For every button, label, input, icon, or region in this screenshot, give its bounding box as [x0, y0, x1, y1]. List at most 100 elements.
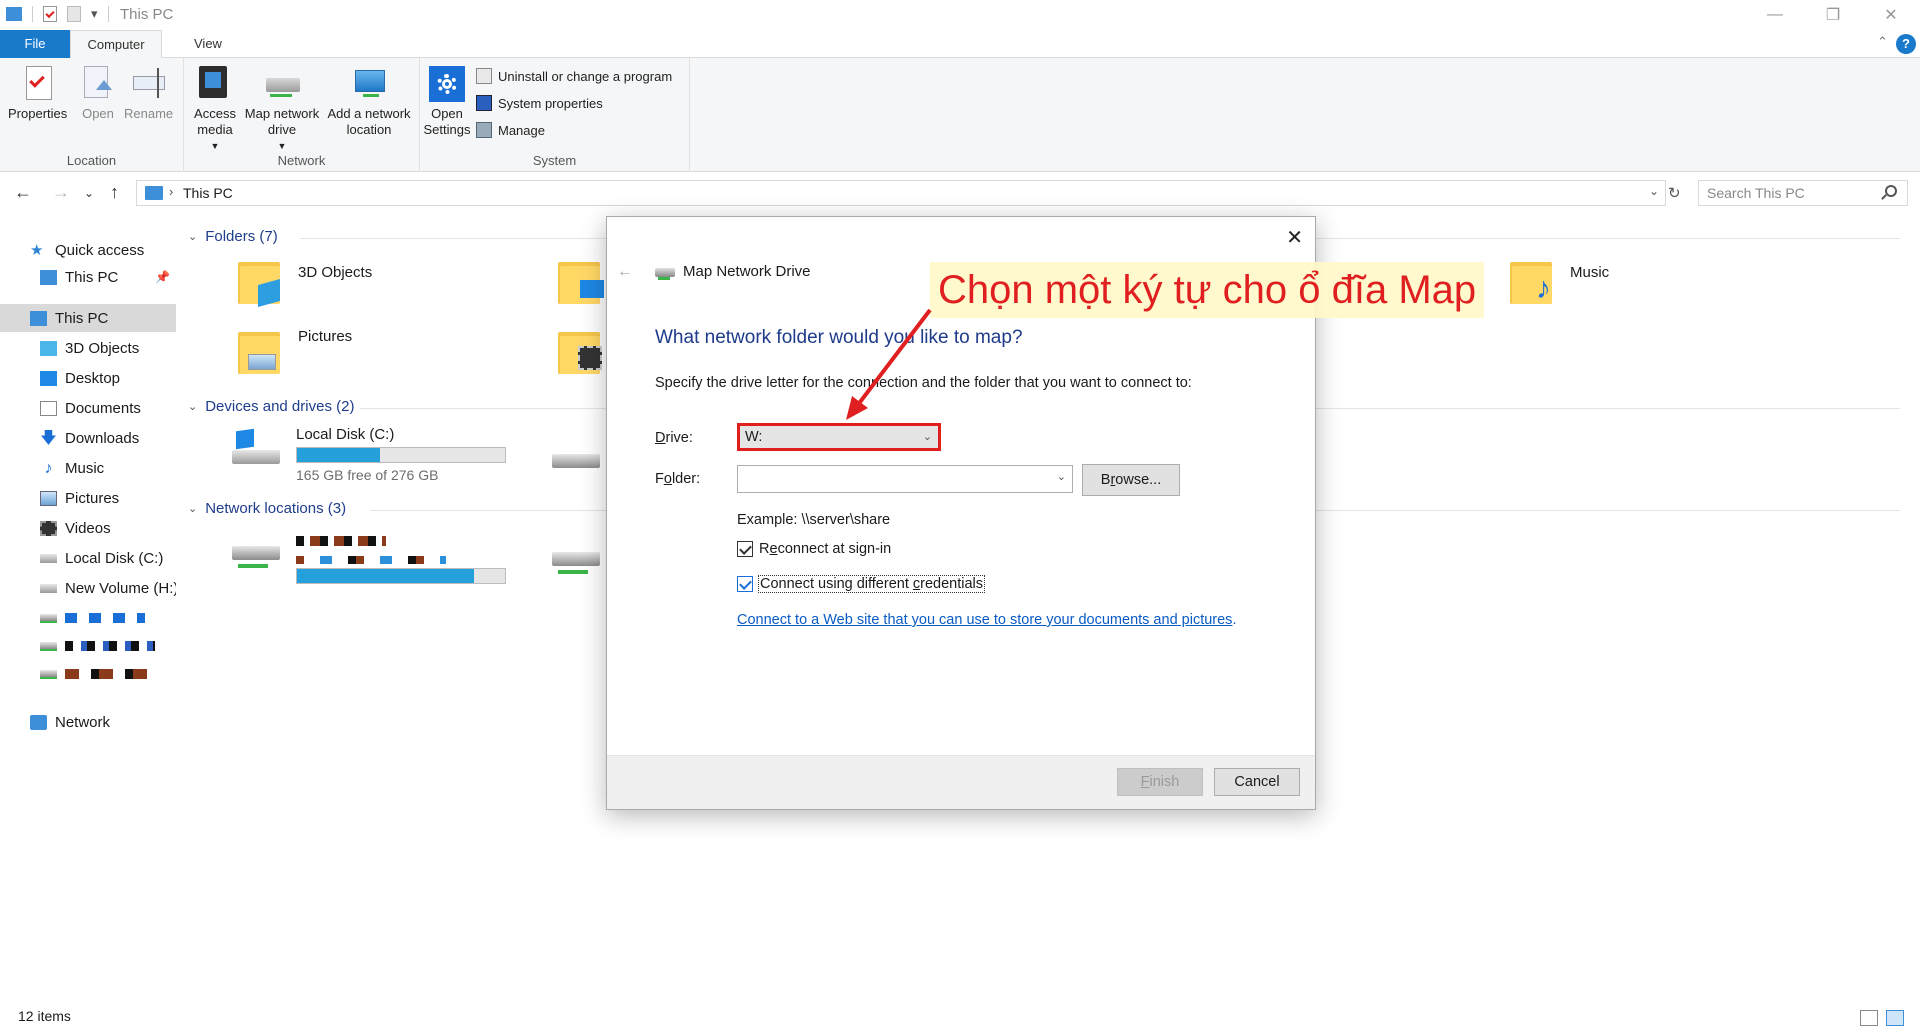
chevron-down-icon[interactable]: ⌄ [1057, 470, 1066, 483]
folder-3d-objects[interactable]: 3D Objects [236, 256, 373, 307]
new-folder-qat-icon[interactable] [67, 6, 81, 22]
network-locations-section-header[interactable]: ⌄ Network locations (3) [188, 500, 346, 517]
nav-pictures[interactable]: Pictures [0, 484, 176, 512]
breadcrumb[interactable]: This PC [183, 185, 233, 201]
drive-letter-select[interactable]: W: ⌄ [737, 423, 941, 451]
gear-icon [427, 64, 467, 104]
folder-music[interactable]: ♪ Music [1508, 256, 1609, 306]
properties-button[interactable]: Properties [8, 64, 67, 122]
network-location-item[interactable] [228, 532, 506, 584]
qat-separator [32, 6, 33, 22]
browse-label-b: owse... [1115, 472, 1162, 488]
access-media-dropdown-icon: ▼ [210, 141, 220, 151]
nav-music[interactable]: ♪ Music [0, 454, 176, 482]
different-credentials-checkbox[interactable]: Connect using different credentials [737, 575, 986, 593]
open-settings-button[interactable]: Open Settings [422, 64, 472, 138]
videos-icon [40, 520, 57, 536]
nav-this-pc[interactable]: This PC [0, 304, 176, 332]
reconnect-checkbox[interactable]: Reconnect at sign-in [737, 541, 891, 557]
properties-icon [18, 64, 58, 104]
new-volume-item[interactable] [548, 446, 604, 476]
network-icon [30, 714, 47, 730]
local-disk-item[interactable]: Local Disk (C:) 165 GB free of 276 GB [228, 426, 506, 483]
tab-file[interactable]: File [0, 30, 70, 58]
network-locations-header-label: Network locations (3) [205, 500, 347, 517]
large-icons-view-icon[interactable] [1886, 1010, 1904, 1026]
link-suffix: . [1232, 612, 1237, 628]
reconnect-accelerator: e [769, 541, 778, 557]
nav-network-drive-3[interactable] [0, 660, 176, 688]
folder-label-text-a: F [655, 471, 664, 487]
nav-network-drive-1[interactable] [0, 604, 176, 632]
drive-free-space: 165 GB free of 276 GB [296, 467, 439, 483]
uninstall-program-button[interactable]: Uninstall or change a program [476, 68, 672, 84]
maximize-button[interactable]: ❐ [1804, 0, 1862, 30]
nav-network[interactable]: Network [0, 708, 176, 736]
checkbox-checked-icon[interactable] [737, 541, 753, 557]
music-note-icon: ♪ [44, 459, 53, 477]
nav-videos[interactable]: Videos [0, 514, 176, 542]
access-media-button[interactable]: Access media ▼ [188, 64, 242, 154]
help-icon[interactable]: ? [1896, 34, 1916, 54]
nav-documents[interactable]: Documents [0, 394, 176, 422]
tab-view[interactable]: View [176, 30, 240, 58]
browse-button[interactable]: Browse... [1082, 464, 1180, 496]
drive-label-text: rive: [665, 430, 693, 446]
tab-computer[interactable]: Computer [70, 30, 162, 59]
properties-qat-icon[interactable] [43, 6, 57, 22]
drive-usage-bar [296, 568, 506, 584]
manage-button[interactable]: Manage [476, 122, 545, 138]
system-properties-button[interactable]: System properties [476, 95, 603, 111]
star-icon: ★ [30, 241, 44, 259]
chevron-down-icon: ⌄ [922, 431, 932, 443]
network-location-icon [349, 64, 389, 104]
folders-section-header[interactable]: ⌄ Folders (7) [188, 228, 278, 245]
details-view-icon[interactable] [1860, 1010, 1878, 1026]
close-window-button[interactable]: ✕ [1862, 0, 1920, 30]
forward-arrow-icon[interactable]: → [52, 182, 70, 203]
finish-button[interactable]: Finish [1117, 768, 1203, 796]
nav-this-pc-pinned[interactable]: This PC 📌 [0, 263, 176, 291]
folder-pictures[interactable]: Pictures [236, 326, 352, 376]
link-text[interactable]: Connect to a Web site that you can use t… [737, 612, 1232, 628]
web-site-storage-link[interactable]: Connect to a Web site that you can use t… [737, 612, 1236, 628]
open-button[interactable]: Open [78, 64, 118, 122]
up-arrow-icon[interactable]: ↑ [110, 182, 119, 203]
folder-desktop[interactable] [556, 256, 608, 306]
recent-locations-chevron-icon[interactable]: ⌄ [84, 186, 94, 200]
network-location-item-2[interactable] [548, 546, 604, 586]
add-network-location-button[interactable]: Add a network location [322, 64, 416, 138]
dialog-back-arrow-icon[interactable]: ← [617, 263, 633, 281]
access-media-label: Access media [194, 106, 236, 137]
nav-quick-access[interactable]: ★ Quick access [0, 236, 176, 264]
nav-local-disk[interactable]: Local Disk (C:) [0, 544, 176, 572]
refresh-icon[interactable]: ↻ [1668, 184, 1681, 202]
address-dropdown-icon[interactable]: ⌄ [1649, 184, 1659, 198]
address-input[interactable]: › This PC ⌄ [136, 180, 1666, 206]
folder-videos[interactable] [556, 326, 608, 376]
rename-button[interactable]: Rename [124, 64, 173, 122]
cancel-button[interactable]: Cancel [1214, 768, 1300, 796]
nav-downloads[interactable]: 🡇 Downloads [0, 424, 176, 452]
nav-3d-objects[interactable]: 3D Objects [0, 334, 176, 362]
qat-dropdown-icon[interactable]: ▾ [91, 6, 98, 22]
nav-network-drive-2[interactable] [0, 632, 176, 660]
back-arrow-icon[interactable]: ← [14, 182, 32, 203]
nav-new-volume[interactable]: New Volume (H:) [0, 574, 176, 602]
folder-label-text-b: lder: [671, 471, 701, 487]
collapse-ribbon-icon[interactable]: ⌃ [1877, 34, 1888, 50]
quick-access-toolbar: ▾ [6, 6, 109, 22]
dialog-close-icon[interactable]: ✕ [1286, 225, 1303, 250]
network-drive-icon [655, 264, 675, 280]
breadcrumb-chevron-icon[interactable]: › [169, 184, 173, 199]
map-network-drive-button[interactable]: Map network drive ▼ [240, 64, 324, 154]
search-box[interactable] [1698, 180, 1908, 206]
folder-path-input[interactable]: ⌄ [737, 465, 1073, 493]
nav-desktop[interactable]: Desktop [0, 364, 176, 392]
minimize-button[interactable]: — [1746, 0, 1804, 30]
search-input[interactable] [1707, 182, 1877, 204]
network-drive-icon [40, 669, 57, 679]
folder-label: 3D Objects [298, 264, 373, 281]
checkbox-checked-icon[interactable] [737, 576, 753, 592]
devices-section-header[interactable]: ⌄ Devices and drives (2) [188, 398, 354, 415]
